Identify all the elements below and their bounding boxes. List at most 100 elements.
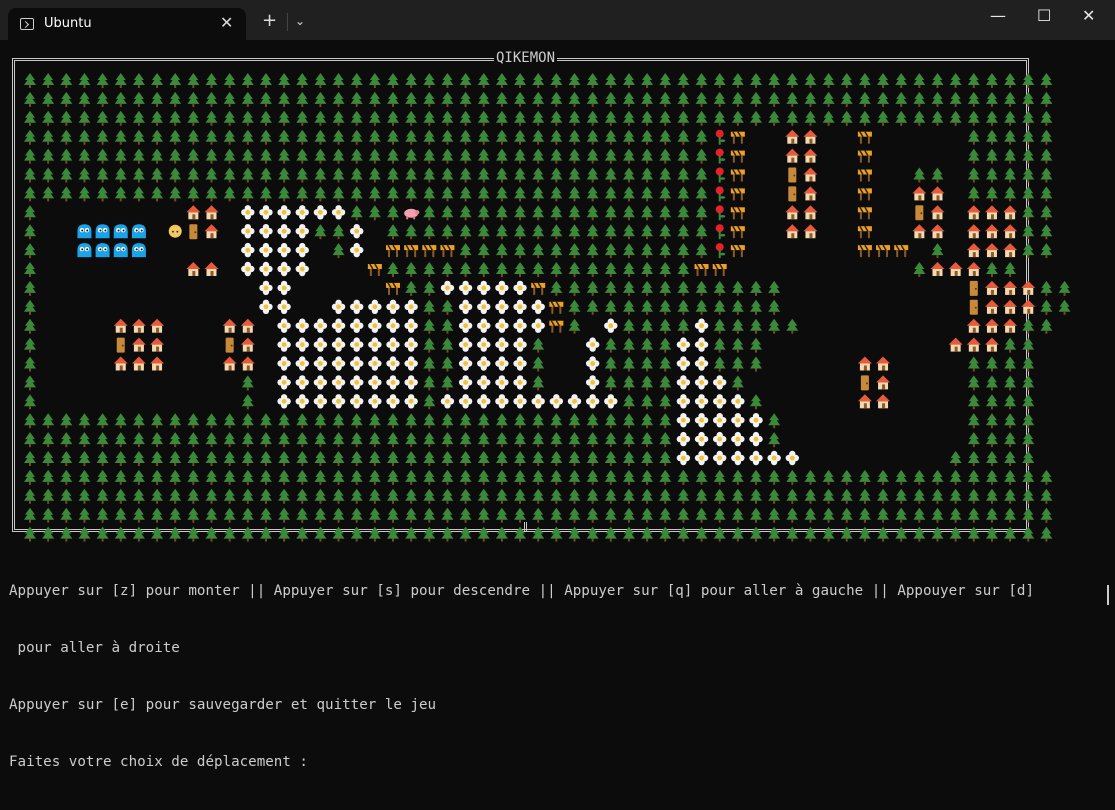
tree-tile xyxy=(858,110,871,126)
flower-tile xyxy=(458,375,473,390)
tree-tile xyxy=(24,110,36,126)
tree-tile xyxy=(1022,110,1035,126)
maximize-button[interactable]: ☐ xyxy=(1037,8,1051,24)
house-tile xyxy=(186,205,201,220)
tree-tile xyxy=(622,469,635,485)
tree-tile xyxy=(514,243,527,259)
tree-tile xyxy=(949,451,962,466)
tree-tile xyxy=(78,110,91,126)
tree-tile xyxy=(568,469,581,485)
tree-tile xyxy=(750,73,762,88)
tree-tile xyxy=(822,110,835,126)
tree-tile xyxy=(786,110,799,126)
tree-tile xyxy=(604,243,617,259)
close-tab-icon[interactable]: ✕ xyxy=(220,15,233,31)
tree-tile xyxy=(241,488,254,504)
flower-tile xyxy=(749,450,763,466)
tree-tile xyxy=(187,488,200,504)
tab-ubuntu[interactable]: Ubuntu ✕ xyxy=(8,8,246,40)
tree-tile xyxy=(750,337,762,353)
tree-tile xyxy=(604,337,617,353)
tree-tile xyxy=(768,73,781,88)
tree-tile xyxy=(296,507,309,523)
chevron-down-icon[interactable]: ⌄ xyxy=(295,14,305,28)
flower-tile xyxy=(458,337,473,352)
water-creature-tile xyxy=(131,224,146,239)
flower-tile xyxy=(386,375,400,390)
flower-tile xyxy=(368,356,382,371)
minimize-button[interactable]: — xyxy=(990,8,1006,24)
tree-tile xyxy=(659,337,672,353)
tree-tile xyxy=(368,148,381,164)
tree-tile xyxy=(550,243,563,259)
terminal-area[interactable]: QIKEMON Appuyer sur [z] pour monter || A… xyxy=(0,40,1115,770)
tree-tile xyxy=(985,356,998,372)
tree-tile xyxy=(42,488,55,504)
tree-tile xyxy=(550,432,563,448)
close-window-button[interactable]: ✕ xyxy=(1082,8,1095,24)
tree-tile xyxy=(205,488,218,504)
tree-tile xyxy=(568,432,581,448)
tree-tile xyxy=(967,394,980,410)
tree-tile xyxy=(622,507,635,523)
new-tab-button[interactable]: + xyxy=(262,12,277,30)
tree-tile xyxy=(151,129,164,145)
rose-tile xyxy=(715,167,726,183)
tree-tile xyxy=(931,469,944,485)
tree-tile xyxy=(205,91,218,107)
tree-tile xyxy=(622,413,635,429)
tree-tile xyxy=(1022,129,1035,145)
tree-tile xyxy=(495,205,508,221)
house-tile xyxy=(803,205,818,220)
tree-tile xyxy=(1040,488,1053,504)
tree-tile xyxy=(24,243,36,259)
instruction-line-2: pour aller à droite xyxy=(9,640,180,656)
tree-tile xyxy=(441,91,454,107)
tree-tile xyxy=(405,507,418,523)
tree-tile xyxy=(532,186,545,202)
tree-tile xyxy=(659,243,672,259)
tree-tile xyxy=(459,469,472,485)
tree-tile xyxy=(677,91,690,107)
tree-tile xyxy=(568,488,581,504)
flower-tile xyxy=(368,337,382,352)
tree-tile xyxy=(278,488,291,504)
tree-tile xyxy=(495,110,508,126)
house-tile xyxy=(966,337,981,352)
flower-tile xyxy=(513,356,527,371)
tree-tile xyxy=(259,451,272,466)
tree-tile xyxy=(296,148,309,164)
tree-tile xyxy=(550,224,563,240)
flower-tile xyxy=(440,280,455,296)
tree-tile xyxy=(441,469,454,485)
house-tile xyxy=(803,129,818,144)
tree-tile xyxy=(532,432,545,448)
tree-tile xyxy=(278,91,291,107)
tree-tile xyxy=(1022,488,1035,504)
tree-tile xyxy=(985,91,998,107)
tree-tile xyxy=(1022,186,1035,202)
tree-tile xyxy=(659,318,672,334)
tree-tile xyxy=(151,488,164,504)
flower-tile xyxy=(694,450,709,466)
tree-tile xyxy=(42,129,55,145)
tree-tile xyxy=(205,451,218,466)
tree-tile xyxy=(205,526,218,542)
tree-tile xyxy=(840,507,853,523)
tree-tile xyxy=(931,507,944,523)
house-tile xyxy=(912,224,927,239)
tree-tile xyxy=(967,167,980,183)
house-tile xyxy=(966,224,981,239)
tree-tile xyxy=(24,205,36,221)
tree-tile xyxy=(731,110,744,126)
tree-tile xyxy=(423,262,436,277)
tree-tile xyxy=(641,413,654,429)
tree-tile xyxy=(677,186,690,202)
tree-tile xyxy=(913,167,926,183)
house-tile xyxy=(204,224,219,239)
tree-tile xyxy=(24,432,36,448)
tree-tile xyxy=(495,432,508,448)
tree-tile xyxy=(459,73,472,88)
tree-tile xyxy=(840,469,853,485)
tree-tile xyxy=(913,507,926,523)
